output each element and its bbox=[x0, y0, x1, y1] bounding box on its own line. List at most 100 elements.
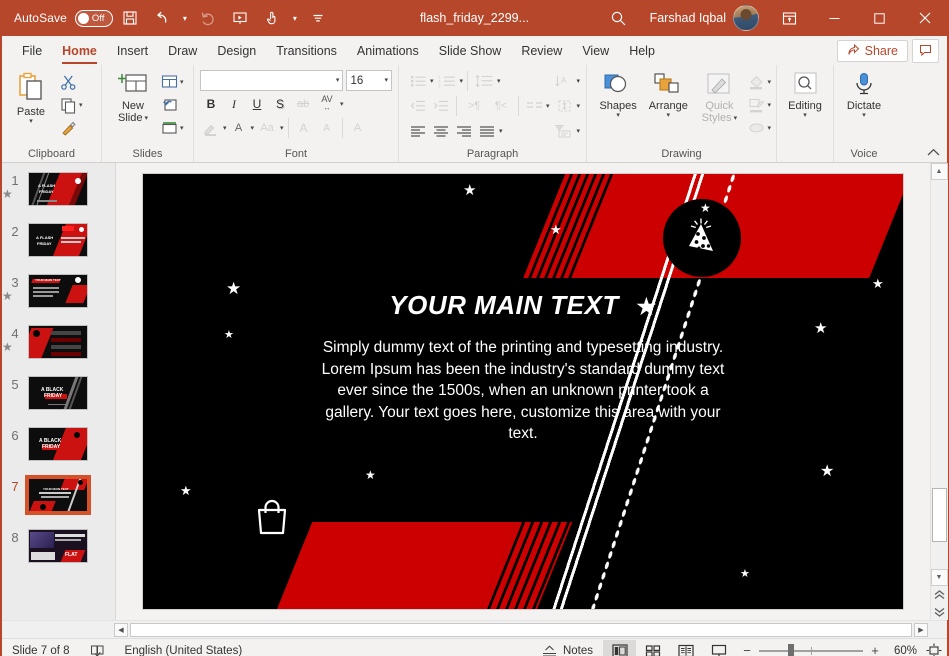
notes-button[interactable]: Notes bbox=[532, 639, 603, 656]
shape-outline-caret-icon[interactable]: ▾ bbox=[767, 102, 771, 109]
section-icon[interactable] bbox=[158, 117, 180, 139]
quick-styles-button[interactable]: Quick Styles ▾ bbox=[696, 69, 742, 127]
share-button[interactable]: Share bbox=[836, 39, 908, 62]
thumbnail-slide-8[interactable]: FLAT bbox=[28, 529, 88, 563]
text-direction-caret-icon[interactable]: ▾ bbox=[576, 78, 580, 85]
close-button[interactable] bbox=[902, 0, 947, 36]
list-item[interactable]: 8 FLAT bbox=[2, 520, 112, 571]
text-shadow-button[interactable]: S bbox=[269, 93, 291, 115]
slide-text-block[interactable]: YOUR MAIN TEXT ★ Simply dummy text of th… bbox=[313, 290, 733, 445]
save-icon[interactable] bbox=[115, 3, 145, 33]
language-status[interactable]: English (United States) bbox=[115, 639, 253, 656]
thumbnail-slide-5[interactable]: A BLACK FRIDAY bbox=[28, 376, 88, 410]
tab-transitions[interactable]: Transitions bbox=[266, 36, 347, 65]
slide-title[interactable]: YOUR MAIN TEXT ★ bbox=[313, 290, 733, 321]
align-left-icon[interactable] bbox=[407, 120, 429, 142]
slide-thumbnail-pane[interactable]: 1 ★ A FLASH FRIDAY 2 A FLASH FRIDAY 3 ★ … bbox=[2, 163, 112, 620]
scroll-right-icon[interactable]: ▶ bbox=[914, 622, 928, 637]
strikethrough-button[interactable]: ab bbox=[292, 93, 314, 115]
shape-fill-caret-icon[interactable]: ▾ bbox=[767, 79, 771, 86]
columns-icon[interactable] bbox=[523, 95, 545, 117]
bullets-icon[interactable] bbox=[407, 70, 429, 92]
zoom-level-label[interactable]: 60% bbox=[887, 645, 921, 656]
zoom-track[interactable] bbox=[759, 643, 863, 656]
slide-body-text[interactable]: Simply dummy text of the printing and ty… bbox=[313, 337, 733, 445]
shape-effects-caret-icon[interactable]: ▾ bbox=[767, 125, 771, 132]
columns-caret-icon[interactable]: ▾ bbox=[546, 103, 550, 110]
align-right-icon[interactable] bbox=[453, 120, 475, 142]
smartart-caret-icon[interactable]: ▾ bbox=[576, 128, 580, 135]
justify-caret-icon[interactable]: ▾ bbox=[499, 128, 503, 135]
search-icon[interactable] bbox=[596, 0, 642, 36]
format-painter-icon[interactable] bbox=[57, 117, 79, 139]
list-item[interactable]: 5 A BLACK FRIDAY bbox=[2, 367, 112, 418]
copy-caret-icon[interactable]: ▾ bbox=[79, 102, 83, 109]
tab-file[interactable]: File bbox=[12, 36, 52, 65]
thumbnail-slide-6[interactable]: A BLACK FRIDAY bbox=[28, 427, 88, 461]
left-to-right-icon[interactable]: >¶ bbox=[461, 95, 487, 117]
horizontal-scroll-thumb[interactable] bbox=[131, 623, 911, 636]
tab-insert[interactable]: Insert bbox=[107, 36, 158, 65]
paste-button[interactable]: Paste ▾ bbox=[7, 69, 55, 128]
font-size-caret-icon[interactable]: ▾ bbox=[384, 77, 388, 84]
convert-to-smartart-icon[interactable] bbox=[551, 120, 575, 142]
font-name-input[interactable]: ▾ bbox=[200, 70, 344, 91]
undo-icon[interactable] bbox=[147, 3, 177, 33]
tab-draw[interactable]: Draw bbox=[158, 36, 207, 65]
list-item[interactable]: 6 A BLACK FRIDAY bbox=[2, 418, 112, 469]
account-menu[interactable]: Farshad Iqbal bbox=[642, 5, 767, 31]
list-item[interactable]: 7 YOUR MAIN TEXT bbox=[2, 469, 112, 520]
list-item[interactable]: 3 ★ YOUR MAIN TEXT bbox=[2, 265, 112, 316]
horizontal-scrollbar[interactable]: ◀ ▶ bbox=[2, 620, 947, 638]
scroll-left-icon[interactable]: ◀ bbox=[114, 622, 128, 637]
list-item[interactable]: 4 ★ bbox=[2, 316, 112, 367]
slide-counter[interactable]: Slide 7 of 8 bbox=[2, 639, 80, 656]
zoom-out-button[interactable]: − bbox=[741, 643, 753, 656]
scroll-down-icon[interactable]: ▼ bbox=[930, 569, 948, 586]
decrease-font-size-button[interactable]: A bbox=[316, 117, 338, 139]
comment-icon[interactable] bbox=[912, 38, 939, 63]
fit-slide-to-window-icon[interactable] bbox=[921, 640, 947, 656]
ribbon-display-options-icon[interactable] bbox=[767, 0, 812, 36]
justify-icon[interactable] bbox=[476, 120, 498, 142]
copy-icon[interactable] bbox=[57, 94, 79, 116]
editing-caret-icon[interactable]: ▾ bbox=[803, 112, 807, 119]
reset-slide-icon[interactable] bbox=[158, 94, 180, 116]
clear-formatting-button[interactable]: A bbox=[347, 117, 369, 139]
font-color-caret-icon[interactable]: ▾ bbox=[251, 125, 255, 132]
highlight-caret-icon[interactable]: ▾ bbox=[223, 125, 227, 132]
text-direction-icon[interactable]: A bbox=[551, 70, 575, 92]
font-name-caret-icon[interactable]: ▾ bbox=[336, 77, 340, 84]
next-slide-icon[interactable] bbox=[930, 603, 948, 620]
shape-effects-icon[interactable] bbox=[745, 117, 767, 139]
editing-button[interactable]: Editing ▾ bbox=[782, 69, 828, 122]
thumbnail-slide-7[interactable]: YOUR MAIN TEXT bbox=[25, 475, 91, 515]
dictate-button[interactable]: Dictate ▾ bbox=[840, 69, 888, 122]
list-item[interactable]: 1 ★ A FLASH FRIDAY bbox=[2, 163, 112, 214]
text-highlight-icon[interactable] bbox=[200, 117, 222, 139]
horizontal-scroll-track[interactable] bbox=[130, 622, 912, 637]
dictate-caret-icon[interactable]: ▾ bbox=[862, 112, 866, 119]
touch-mode-caret[interactable]: ▾ bbox=[289, 3, 301, 33]
previous-slide-icon[interactable] bbox=[930, 586, 948, 603]
change-case-button[interactable]: Aa bbox=[255, 117, 279, 139]
normal-view-icon[interactable] bbox=[603, 639, 636, 656]
tab-review[interactable]: Review bbox=[511, 36, 572, 65]
collapse-ribbon-icon[interactable] bbox=[925, 144, 941, 160]
shape-fill-icon[interactable] bbox=[745, 71, 767, 93]
thumbnail-slide-4[interactable] bbox=[28, 325, 88, 359]
tab-design[interactable]: Design bbox=[207, 36, 266, 65]
slide-canvas[interactable]: ★ ★ ★ ★ ★ ★ ★ ★ ★ ★ ★ ★ YOUR MAIN TEXT ★ bbox=[142, 173, 904, 610]
new-slide-button[interactable]: New Slide ▾ bbox=[110, 69, 156, 127]
shapes-button[interactable]: Shapes ▾ bbox=[596, 69, 640, 122]
vertical-scroll-track[interactable] bbox=[930, 180, 948, 569]
line-spacing-caret-icon[interactable]: ▾ bbox=[497, 78, 501, 85]
zoom-slider[interactable]: − + bbox=[735, 643, 887, 656]
thumbnail-slide-3[interactable]: YOUR MAIN TEXT bbox=[28, 274, 88, 308]
customize-quick-access-toolbar-icon[interactable] bbox=[303, 3, 333, 33]
shape-outline-icon[interactable] bbox=[745, 94, 767, 116]
reading-view-icon[interactable] bbox=[669, 640, 702, 656]
underline-button[interactable]: U bbox=[246, 93, 268, 115]
minimize-button[interactable] bbox=[812, 0, 857, 36]
right-to-left-icon[interactable]: ¶< bbox=[488, 95, 514, 117]
